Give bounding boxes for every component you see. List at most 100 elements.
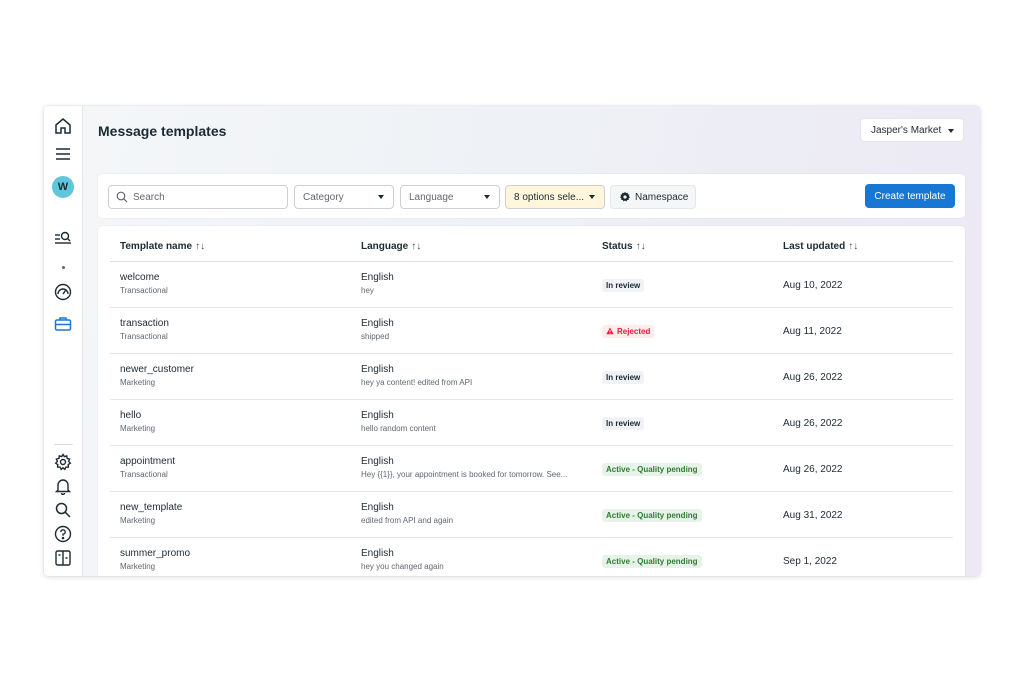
status-badge-label: Rejected: [617, 326, 651, 336]
chevron-down-icon: [484, 195, 490, 199]
table-header: Template name ↑↓ Language ↑↓ Status ↑↓ Last…: [110, 226, 953, 262]
last-updated: Aug 26, 2022: [783, 463, 843, 475]
table-row[interactable]: new_template Marketing English edited from …: [110, 492, 953, 538]
menu-icon[interactable]: [53, 144, 73, 164]
template-name[interactable]: summer_promo: [120, 548, 190, 560]
template-name[interactable]: transaction: [120, 318, 169, 330]
template-language: English: [361, 548, 394, 559]
table-row[interactable]: appointment Transactional English Hey {{1}}…: [110, 446, 953, 492]
status-badge-label: Active - Quality pending: [606, 510, 698, 520]
template-name[interactable]: welcome: [120, 272, 168, 284]
template-status-cell: In review: [602, 400, 645, 446]
column-header-language[interactable]: Language ↑↓: [361, 241, 421, 252]
template-content-preview: hey ya content! edited from API: [361, 378, 473, 387]
status-badge-label: In review: [606, 418, 641, 428]
chevron-down-icon: [378, 195, 384, 199]
filter-toolbar: Search Category Language 8 options sele.…: [98, 174, 965, 218]
template-category: Marketing: [120, 516, 156, 525]
sort-icon: ↑↓: [848, 241, 859, 252]
template-name-cell: hello Marketing: [120, 410, 155, 435]
language-select[interactable]: Language: [400, 185, 500, 209]
account-selector-value: Jasper's Market: [871, 124, 942, 136]
template-language: English: [361, 364, 394, 375]
settings-gear-icon[interactable]: [53, 452, 73, 472]
table-row[interactable]: welcome Transactional English hey In review A…: [110, 262, 953, 308]
create-template-button[interactable]: Create template: [865, 184, 955, 208]
template-name-cell: appointment Transactional: [120, 456, 175, 481]
template-name-cell: new_template Marketing: [120, 502, 182, 527]
templates-table: Template name ↑↓ Language ↑↓ Status ↑↓ Last…: [98, 226, 965, 576]
sidebar: W: [44, 106, 83, 576]
category-select[interactable]: Category: [294, 185, 394, 209]
template-name[interactable]: appointment: [120, 456, 175, 468]
table-row[interactable]: transaction Transactional English shipped Re…: [110, 308, 953, 354]
column-header-name[interactable]: Template name ↑↓: [120, 241, 205, 252]
template-category: Marketing: [120, 378, 156, 387]
template-language-cell: English edited from API and again: [361, 502, 453, 527]
template-name[interactable]: new_template: [120, 502, 182, 514]
status-badge: Active - Quality pending: [602, 508, 702, 522]
template-status-cell: Active - Quality pending: [602, 446, 702, 492]
column-header-status[interactable]: Status ↑↓: [602, 241, 646, 252]
template-category: Transactional: [120, 332, 168, 341]
avatar[interactable]: W: [52, 176, 74, 198]
template-status-cell: In review: [602, 354, 645, 400]
namespace-button[interactable]: Namespace: [610, 185, 696, 209]
template-language: English: [361, 456, 394, 467]
template-content-preview: hey: [361, 286, 374, 295]
template-content-preview: hey you changed again: [361, 562, 444, 571]
template-language-cell: English hello random content: [361, 410, 436, 435]
gear-icon: [619, 191, 631, 202]
last-updated: Aug 26, 2022: [783, 417, 843, 429]
template-name-cell: welcome Transactional: [120, 272, 168, 297]
last-updated: Aug 26, 2022: [783, 371, 843, 383]
dashboard-gauge-icon[interactable]: [53, 282, 73, 302]
template-language-cell: English hey ya content! edited from API: [361, 364, 472, 389]
column-header-updated[interactable]: Last updated ↑↓: [783, 241, 858, 252]
template-content-preview: Hey {{1}}, your appointment is booked fo…: [361, 470, 568, 479]
status-filter-select[interactable]: 8 options sele...: [505, 185, 605, 209]
template-category: Marketing: [120, 424, 156, 433]
last-updated: Sep 1, 2022: [783, 555, 837, 567]
status-badge-label: In review: [606, 372, 641, 382]
template-status-cell: Active - Quality pending: [602, 538, 702, 576]
sort-icon: ↑↓: [635, 241, 646, 252]
sort-icon: ↑↓: [195, 241, 206, 252]
table-row[interactable]: summer_promo Marketing English hey you chan…: [110, 538, 953, 576]
search-placeholder: Search: [133, 191, 165, 203]
template-name[interactable]: newer_customer: [120, 364, 194, 376]
template-name[interactable]: hello: [120, 410, 155, 422]
main-content: Message templates Jasper's Market Search…: [83, 106, 980, 576]
language-select-label: Language: [409, 191, 454, 203]
bell-icon[interactable]: [53, 476, 73, 496]
briefcase-icon[interactable]: [53, 314, 73, 334]
account-selector[interactable]: Jasper's Market: [860, 118, 964, 142]
panel-toggle-icon[interactable]: [53, 548, 73, 568]
home-icon[interactable]: [53, 116, 73, 136]
template-status-cell: Rejected: [602, 308, 655, 354]
app-window: W Message templates Jasper's Market Sear…: [44, 106, 980, 576]
status-badge: In review: [602, 278, 645, 292]
table-row[interactable]: hello Marketing English hello random conten…: [110, 400, 953, 446]
search-list-icon[interactable]: [53, 228, 73, 248]
category-select-label: Category: [303, 191, 344, 203]
status-badge: Active - Quality pending: [602, 554, 702, 568]
status-badge-label: Active - Quality pending: [606, 464, 698, 474]
last-updated: Aug 10, 2022: [783, 279, 843, 291]
template-status-cell: Active - Quality pending: [602, 492, 702, 538]
status-badge-label: In review: [606, 280, 641, 290]
template-content-preview: edited from API and again: [361, 516, 454, 525]
search-icon[interactable]: [53, 500, 73, 520]
namespace-label: Namespace: [635, 191, 689, 203]
table-row[interactable]: newer_customer Marketing English hey ya con…: [110, 354, 953, 400]
status-badge: Rejected: [602, 324, 655, 338]
template-name-cell: transaction Transactional: [120, 318, 169, 343]
help-icon[interactable]: [53, 524, 73, 544]
template-content-preview: hello random content: [361, 424, 436, 433]
search-input[interactable]: Search: [108, 185, 288, 209]
sort-icon: ↑↓: [411, 241, 422, 252]
last-updated: Aug 11, 2022: [783, 325, 842, 337]
status-badge: Active - Quality pending: [602, 462, 702, 476]
template-category: Transactional: [120, 470, 168, 479]
status-filter-label: 8 options sele...: [514, 191, 585, 203]
